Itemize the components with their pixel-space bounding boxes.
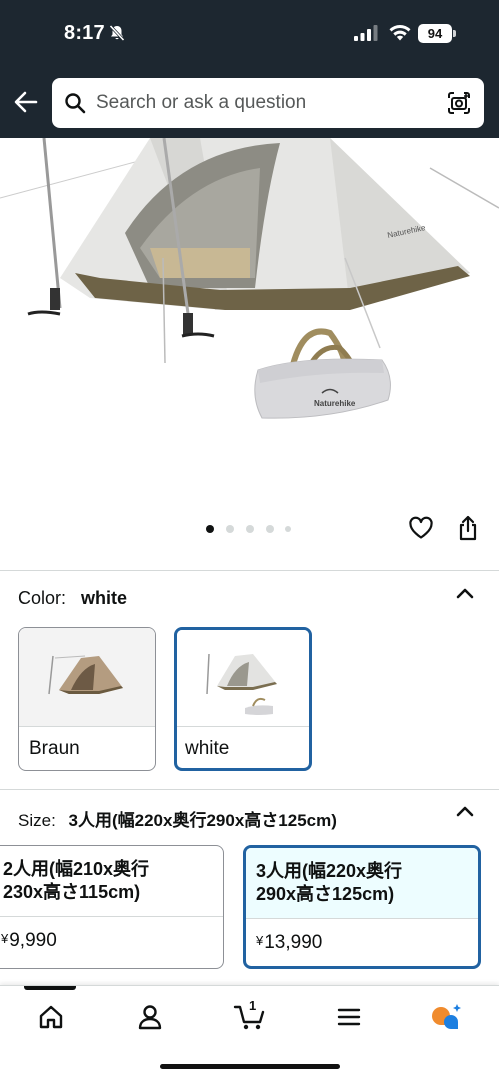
size-selected-value: 3人用(幅220x奥行290x高さ125cm) [68, 811, 337, 830]
back-arrow-icon[interactable] [12, 88, 40, 116]
tent-product-image: Naturehike Naturehike [0, 138, 499, 419]
share-icon[interactable] [456, 514, 480, 542]
size-title-line-2: 230x高さ115cm) [3, 882, 141, 902]
search-input[interactable]: Search or ask a question [96, 92, 306, 114]
swatch-image [177, 630, 309, 728]
chevron-up-icon[interactable] [455, 804, 475, 818]
silent-bell-icon [108, 24, 126, 42]
product-image-gallery[interactable]: Naturehike Naturehike [0, 138, 499, 570]
chevron-up-icon[interactable] [455, 586, 475, 600]
price-value: 9,990 [9, 930, 57, 951]
menu-icon[interactable] [334, 1002, 364, 1032]
size-title-line-1: 2人用(幅210x奥行 [3, 859, 150, 879]
home-indicator [160, 1064, 340, 1069]
cart-count-badge: 1 [249, 998, 257, 1013]
size-option-3-person[interactable]: 3人用(幅220x奥行 290x高さ125cm) ¥13,990 [243, 845, 481, 969]
swatch-divider [19, 726, 155, 727]
size-label-row[interactable]: Size: 3人用(幅220x奥行290x高さ125cm) [18, 806, 337, 831]
divider [0, 570, 499, 571]
pagination-dot[interactable] [285, 526, 291, 532]
search-icon [65, 93, 86, 114]
pagination-dot[interactable] [226, 525, 234, 533]
divider [0, 789, 499, 790]
size-option-title: 3人用(幅220x奥行 290x高さ125cm) [246, 848, 478, 918]
color-option-white[interactable]: white [174, 627, 312, 771]
rufus-icon[interactable] [430, 1002, 464, 1032]
size-title-line-2: 290x高さ125cm) [256, 884, 395, 904]
swatch-divider [177, 726, 309, 727]
size-option-title: 2人用(幅210x奥行 230x高さ115cm) [0, 846, 223, 916]
color-option-label: Braun [29, 738, 80, 759]
color-option-braun[interactable]: Braun [18, 627, 156, 771]
status-time: 8:17 [64, 22, 105, 44]
size-option-price: ¥13,990 [256, 932, 322, 954]
status-bar: 8:17 94 [0, 0, 499, 70]
search-bar[interactable]: Search or ask a question [52, 78, 484, 128]
price-value: 13,990 [264, 932, 323, 953]
home-icon[interactable] [36, 1002, 66, 1032]
currency-symbol: ¥ [256, 933, 264, 948]
size-card-divider [246, 918, 478, 919]
pagination-dot[interactable] [246, 525, 254, 533]
active-tab-indicator [24, 986, 76, 990]
size-option-price: ¥9,990 [1, 930, 57, 952]
currency-symbol: ¥ [1, 931, 9, 946]
pagination-dot[interactable] [266, 525, 274, 533]
size-label: Size: [18, 811, 56, 830]
battery-indicator: 94 [418, 24, 452, 43]
top-bar: 8:17 94 Search or ask a question [0, 0, 499, 138]
camera-search-icon[interactable] [446, 90, 472, 116]
wifi-icon [389, 25, 411, 41]
color-label: Color: [18, 588, 67, 608]
size-option-2-person[interactable]: 2人用(幅210x奥行 230x高さ115cm) ¥9,990 [0, 845, 224, 969]
color-option-label: white [185, 738, 230, 759]
heart-icon[interactable] [408, 516, 434, 540]
battery-cap [453, 30, 456, 37]
size-card-divider [0, 916, 223, 917]
cellular-signal-icon [354, 25, 378, 41]
color-selected-value: white [81, 588, 128, 608]
swatch-image [19, 628, 155, 726]
account-icon[interactable] [135, 1002, 165, 1032]
svg-text:Naturehike: Naturehike [314, 399, 356, 408]
size-title-line-1: 3人用(幅220x奥行 [256, 861, 403, 881]
color-label-row[interactable]: Color: white [18, 588, 127, 609]
pagination-dot[interactable] [206, 525, 214, 533]
